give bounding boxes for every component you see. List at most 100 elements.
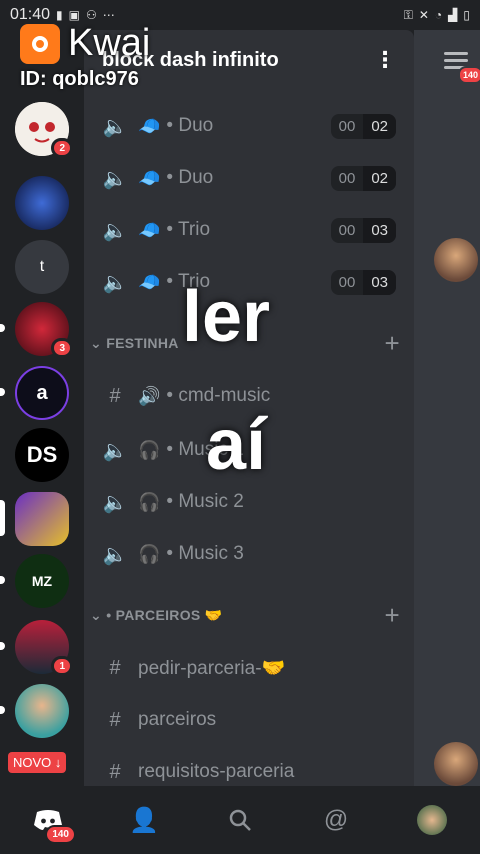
channel-emoji: 🎧: [138, 543, 161, 564]
member-avatar[interactable]: [434, 742, 478, 786]
speaker-icon: 🔈: [102, 167, 128, 190]
guild-badge: 3: [51, 338, 73, 358]
kwai-watermark: Kwai: [20, 22, 150, 65]
chat-panel-peek[interactable]: 140: [414, 30, 480, 786]
guild-icon[interactable]: 2: [15, 102, 73, 158]
profile-avatar[interactable]: [402, 790, 462, 850]
channel-emoji: 🔊: [138, 385, 161, 406]
guild-badge: 2: [51, 138, 73, 158]
speaker-icon: 🔈: [102, 439, 128, 462]
voice-channel[interactable]: 🔈 🧢 • Duo 00 02: [84, 152, 414, 204]
guild-icon[interactable]: t: [15, 240, 69, 294]
notification-badge: 140: [458, 66, 480, 84]
channel-name: • Duo: [166, 115, 214, 136]
channel-name: pedir-parceria-🤝: [138, 658, 286, 679]
mute-icon: ✕: [418, 8, 429, 22]
category-parceiros[interactable]: ⌄ • PARCEIROS 🤝 +: [84, 598, 414, 632]
bike-icon: ⚇: [86, 8, 97, 22]
discord-home-icon[interactable]: 140: [18, 790, 78, 850]
guild-icon[interactable]: 3: [15, 302, 73, 358]
notification-icon: ▣: [68, 8, 80, 22]
guild-icon[interactable]: MZ: [15, 554, 69, 608]
unread-pill: [0, 576, 5, 584]
guild-icon[interactable]: 1: [15, 620, 73, 676]
magnifier-icon: [229, 809, 251, 831]
chevron-down-icon: ⌄: [90, 606, 103, 623]
hash-icon: #: [109, 656, 121, 679]
channel-emoji: 🎧: [138, 491, 161, 512]
hash-icon: #: [109, 708, 121, 731]
voice-channel[interactable]: 🔈 🧢 • Trio 00 03: [84, 204, 414, 256]
channel-emoji: 🧢: [138, 219, 161, 240]
channel-emoji: 🧢: [138, 115, 161, 136]
guild-icon[interactable]: [15, 492, 69, 546]
user-limit-counter: 00 02: [330, 165, 396, 191]
speaker-icon: 🔈: [102, 115, 128, 138]
more-dots-icon: ⋯: [102, 8, 115, 22]
battery-icon: ▯: [463, 8, 470, 22]
new-messages-pill[interactable]: NOVO ↓: [8, 752, 67, 773]
mentions-icon[interactable]: @: [306, 790, 366, 850]
guild-icon[interactable]: a: [15, 366, 69, 420]
hash-icon: #: [109, 384, 121, 407]
channel-name: requisitos-parceria: [138, 761, 295, 782]
kwai-app-name: Kwai: [68, 22, 151, 64]
speaker-icon: 🔈: [102, 271, 128, 294]
status-right-icons: ⚿ ✕ ◔ ▟ ▯: [404, 8, 470, 23]
channel-name: • Duo: [166, 167, 214, 188]
channel-name: parceiros: [138, 709, 217, 730]
avatar: [417, 805, 447, 835]
speaker-icon: 🔈: [102, 219, 128, 242]
user-limit-counter: 00 03: [330, 269, 396, 295]
category-name: PARCEIROS 🤝: [115, 606, 223, 623]
channel-name: • Trio: [166, 219, 211, 240]
status-left-icons: ▮ ▣ ⚇ ⋯: [56, 8, 115, 22]
server-menu-icon[interactable]: ⋮: [374, 47, 396, 73]
caption-line-1: ler: [182, 277, 271, 357]
unread-pill: [0, 388, 5, 396]
guild-rail: 2 t 3 a DS MZ 1: [0, 30, 84, 786]
channel-emoji: 🧢: [138, 271, 161, 292]
user-limit-counter: 00 02: [330, 113, 396, 139]
category-name: FESTINHA: [106, 335, 179, 351]
unread-pill: [0, 706, 5, 714]
speaker-icon: 🔈: [102, 543, 128, 566]
channel-name: • Music 2: [166, 491, 244, 512]
video-icon: ▮: [56, 8, 63, 22]
guild-label: MZ: [31, 573, 53, 589]
search-icon[interactable]: [210, 790, 270, 850]
unread-pill: [0, 324, 5, 332]
text-channel[interactable]: # pedir-parceria-🤝: [84, 642, 414, 694]
hash-icon: #: [109, 760, 121, 783]
guild-label: DS: [26, 442, 58, 467]
guild-label: t: [39, 258, 45, 275]
channel-emoji: 🧢: [138, 167, 161, 188]
text-channel[interactable]: # requisitos-parceria: [84, 746, 414, 786]
channel-name: • Music 3: [166, 543, 244, 564]
caption-line-2: aí: [206, 405, 267, 485]
guild-icon[interactable]: [15, 684, 69, 738]
voice-channel[interactable]: 🔈 🎧 • Music 3: [84, 528, 414, 580]
home-badge: 140: [45, 825, 76, 844]
voice-channel[interactable]: 🔈 🧢 • Duo 00 02: [84, 100, 414, 152]
bottom-nav: 140 👤 @: [0, 786, 480, 854]
guild-icon[interactable]: DS: [15, 428, 69, 482]
guild-badge: 1: [51, 656, 73, 676]
add-channel-icon[interactable]: +: [385, 328, 400, 359]
kwai-user-id: ID: qoblc976: [20, 68, 139, 90]
user-limit-counter: 00 03: [330, 217, 396, 243]
kwai-logo-icon: [20, 23, 60, 64]
channel-emoji: 🎧: [138, 439, 161, 460]
wifi-icon: ◔: [434, 8, 443, 22]
selected-pill: [0, 500, 5, 536]
speaker-icon: 🔈: [102, 491, 128, 514]
key-icon: ⚿: [403, 7, 413, 22]
add-channel-icon[interactable]: +: [385, 600, 400, 631]
unread-pill: [0, 642, 5, 650]
signal-icon: ▟: [448, 8, 458, 22]
friends-icon[interactable]: 👤: [114, 790, 174, 850]
text-channel[interactable]: # parceiros: [84, 694, 414, 746]
guild-icon[interactable]: [15, 176, 69, 230]
member-avatar[interactable]: [434, 238, 478, 282]
guild-label: a: [36, 381, 48, 404]
